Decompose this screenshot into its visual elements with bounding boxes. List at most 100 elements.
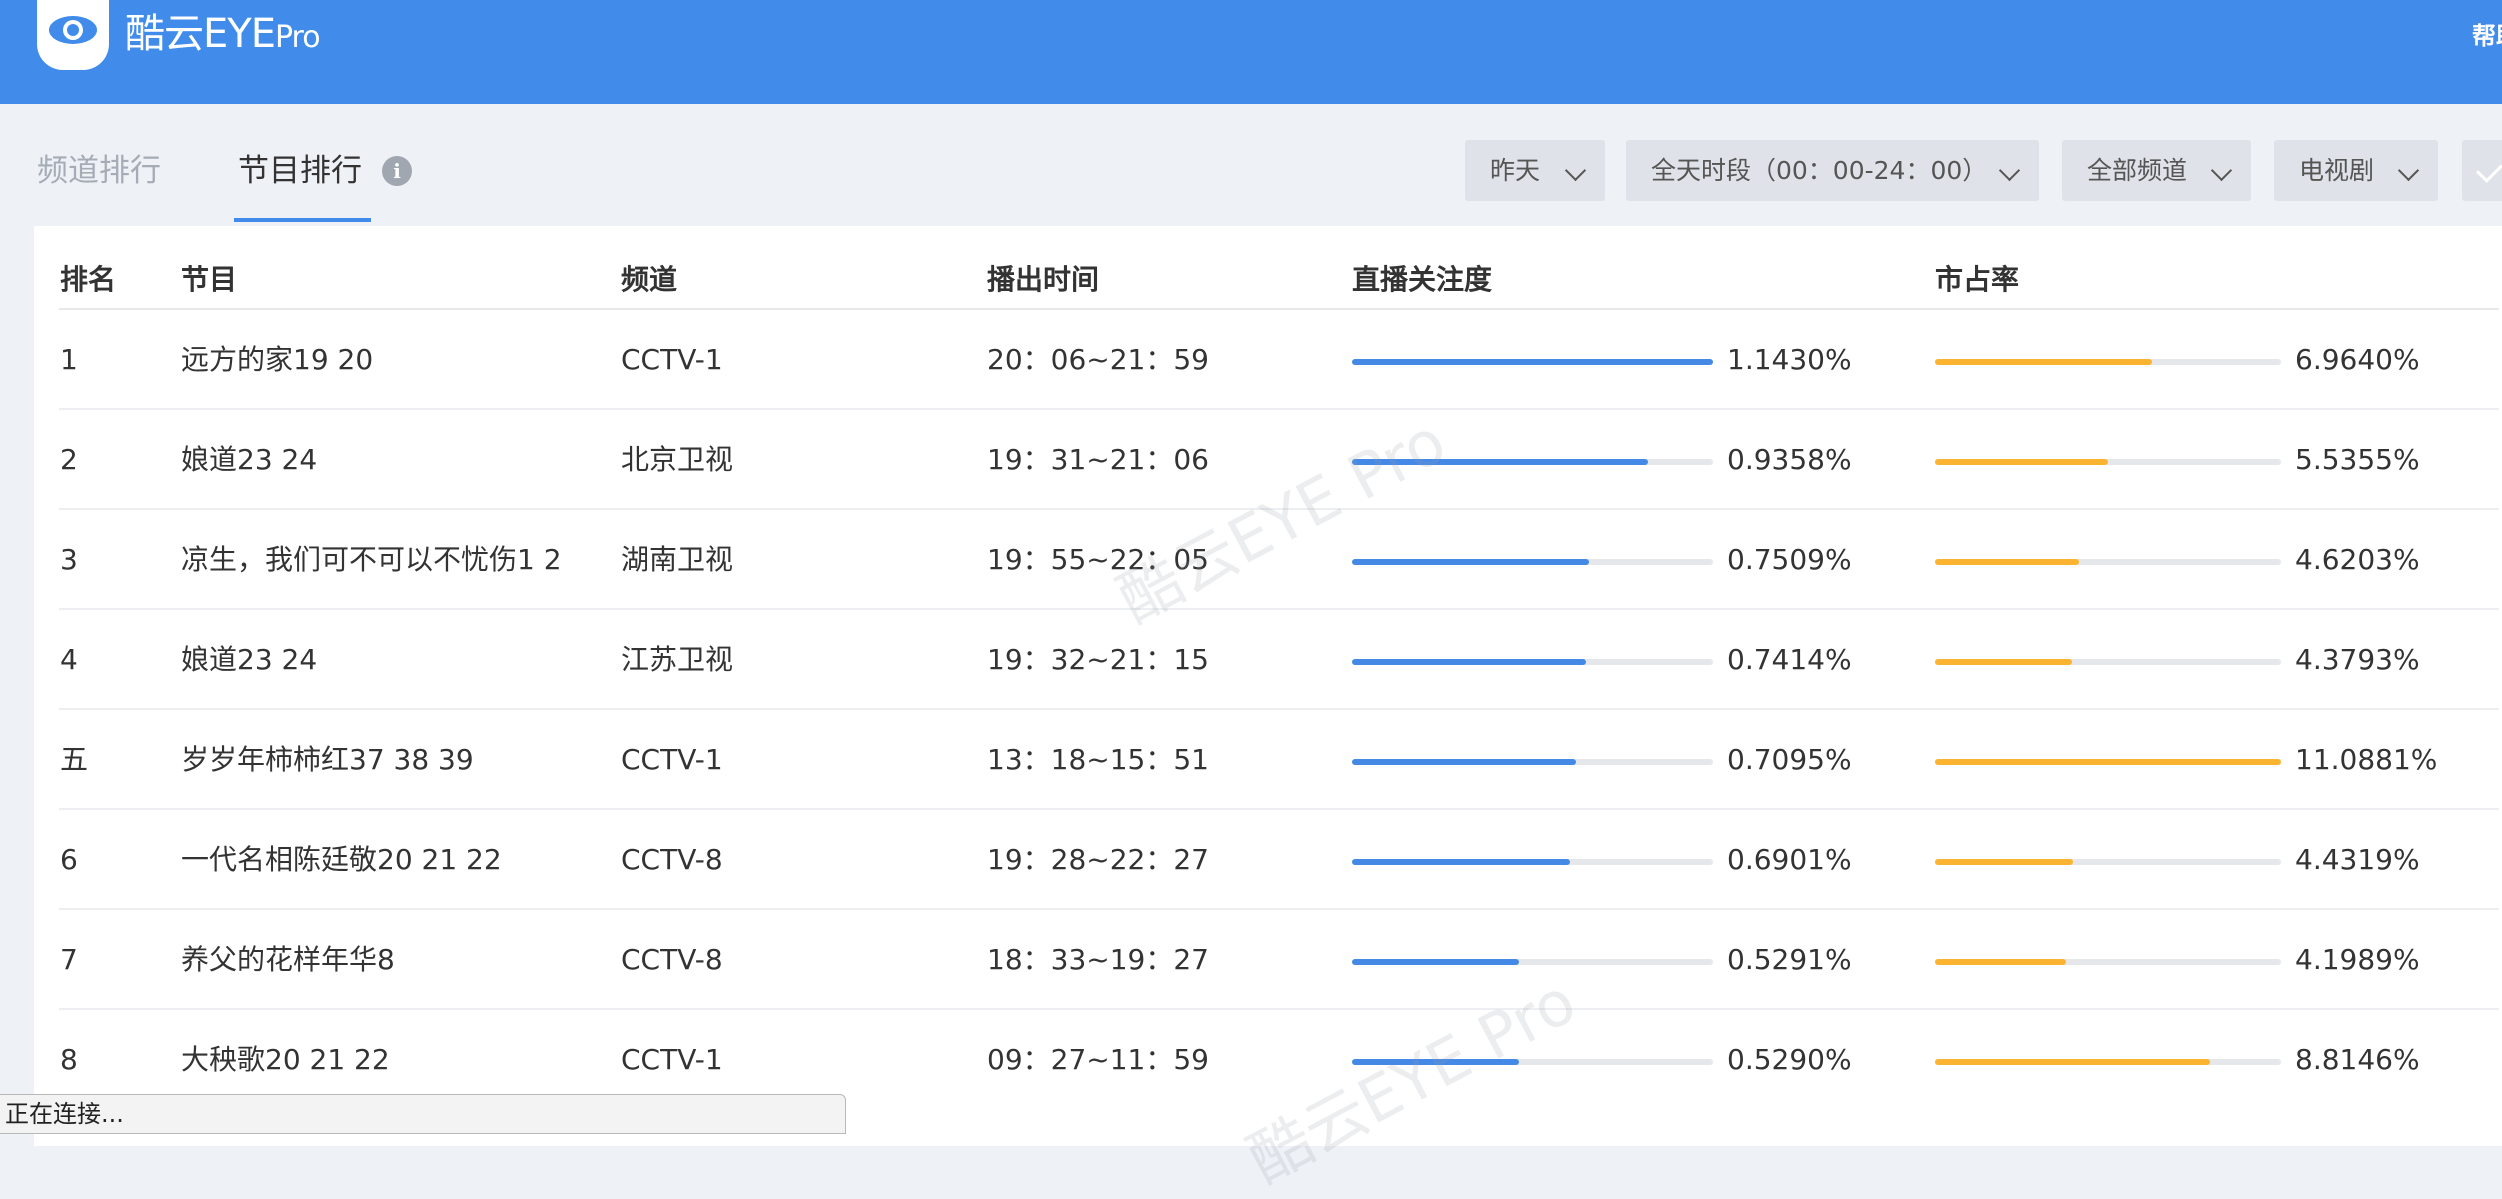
attention-value: 0.7414% [1727,643,1852,676]
attention-value: 0.5290% [1727,1043,1852,1076]
share-bar [1935,359,2281,365]
column-header-rank[interactable]: 排名 [60,262,116,298]
help-link[interactable]: 帮助 [2472,16,2502,51]
share-value: 5.5355% [2295,443,2420,476]
share-value: 4.6203% [2295,543,2420,576]
rank-cell: 五 [60,743,89,776]
attention-bar [1352,859,1713,865]
attention-value: 0.6901% [1727,843,1852,876]
share-bar [1935,1059,2281,1065]
airtime-cell: 09：27~11：59 [987,1043,1209,1076]
timeslot-dropdown[interactable]: 全天时段（00：00-24：00） [1626,140,2039,201]
chevron-down-icon [1564,159,1587,182]
attention-bar-fill [1352,759,1577,765]
table-row[interactable]: 7 养父的花样年华8 CCTV-8 18：33~19：27 0.5291% 4.… [0,910,2502,1010]
column-header-airtime[interactable]: 播出时间 [987,262,1099,298]
confirm-button[interactable] [2462,140,2502,201]
column-header-channel[interactable]: 频道 [621,262,677,298]
program-cell[interactable]: 娘道23 24 [181,410,317,510]
chevron-down-icon [1998,159,2021,182]
attention-bar-fill [1352,659,1587,665]
column-header-attention[interactable]: 直播关注度 [1352,262,1492,298]
table-row[interactable]: 6 一代名相陈廷敬20 21 22 CCTV-8 19：28~22：27 0.6… [0,810,2502,910]
channel-cell: 北京卫视 [621,443,734,476]
airtime-cell: 19：28~22：27 [987,843,1209,876]
attention-bar-fill [1352,359,1713,365]
program-cell[interactable]: 一代名相陈廷敬20 21 22 [181,810,502,910]
date-dropdown[interactable]: 昨天 [1465,140,1605,201]
rank-cell: 7 [60,943,78,976]
connection-status: 正在连接... [0,1094,846,1134]
share-value: 11.0881% [2295,743,2438,776]
attention-bar-fill [1352,959,1520,965]
channel-dropdown-label: 全部频道 [2087,156,2188,185]
share-value: 4.4319% [2295,843,2420,876]
share-bar-fill [1935,759,2281,765]
rank-cell: 6 [60,843,78,876]
date-dropdown-label: 昨天 [1490,156,1541,185]
attention-value: 0.7095% [1727,743,1852,776]
eye-logo-icon [37,0,109,70]
airtime-cell: 18：33~19：27 [987,943,1209,976]
program-cell[interactable]: 远方的家19 20 [181,310,373,410]
channel-cell: CCTV-1 [621,743,723,776]
channel-cell: CCTV-1 [621,343,723,376]
share-value: 8.8146% [2295,1043,2420,1076]
channel-cell: 湖南卫视 [621,543,734,576]
column-header-share[interactable]: 市占率 [1935,262,2019,298]
genre-dropdown[interactable]: 电视剧 [2274,140,2438,201]
share-value: 6.9640% [2295,343,2420,376]
channel-dropdown[interactable]: 全部频道 [2062,140,2251,201]
airtime-cell: 19：32~21：15 [987,643,1209,676]
table-row[interactable]: 五 岁岁年柿柿红37 38 39 CCTV-1 13：18~15：51 0.70… [0,710,2502,810]
rank-cell: 1 [60,343,78,376]
share-bar-fill [1935,859,2074,865]
share-value: 4.3793% [2295,643,2420,676]
attention-bar-fill [1352,859,1571,865]
attention-value: 0.5291% [1727,943,1852,976]
attention-value: 1.1430% [1727,343,1852,376]
timeslot-dropdown-label: 全天时段（00：00-24：00） [1651,156,1988,185]
attention-bar [1352,659,1713,665]
share-bar [1935,559,2281,565]
share-bar [1935,959,2281,965]
attention-bar [1352,559,1713,565]
tab-program-ranking[interactable]: 节目排行 [238,150,362,192]
rank-cell: 4 [60,643,78,676]
genre-dropdown-label: 电视剧 [2299,156,2375,185]
chevron-down-icon [2210,159,2233,182]
airtime-cell: 20：06~21：59 [987,343,1209,376]
app-logo-text[interactable]: 酷云EYEPro [125,6,321,62]
attention-bar [1352,359,1713,365]
program-cell[interactable]: 岁岁年柿柿红37 38 39 [181,710,474,810]
program-cell[interactable]: 娘道23 24 [181,610,317,710]
share-value: 4.1989% [2295,943,2420,976]
channel-cell: 江苏卫视 [621,643,734,676]
airtime-cell: 13：18~15：51 [987,743,1209,776]
share-bar [1935,659,2281,665]
table-row[interactable]: 1 远方的家19 20 CCTV-1 20：06~21：59 1.1430% 6… [0,310,2502,410]
attention-value: 0.9358% [1727,443,1852,476]
share-bar-fill [1935,459,2108,465]
active-tab-indicator [234,218,371,222]
share-bar [1935,459,2281,465]
program-cell[interactable]: 养父的花样年华8 [181,910,395,1010]
share-bar [1935,759,2281,765]
table-row[interactable]: 4 娘道23 24 江苏卫视 19：32~21：15 0.7414% 4.379… [0,610,2502,710]
tab-channel-ranking[interactable]: 频道排行 [37,150,161,192]
program-cell[interactable]: 凉生，我们可不可以不忧伤1 2 [181,510,562,610]
attention-bar [1352,759,1713,765]
top-bar: 酷云EYEPro 帮助 [0,0,2502,104]
info-icon[interactable]: i [382,156,412,186]
column-header-program[interactable]: 节目 [181,262,237,298]
channel-cell: CCTV-8 [621,843,723,876]
attention-bar-fill [1352,559,1590,565]
rank-cell: 2 [60,443,78,476]
share-bar [1935,859,2281,865]
chevron-down-icon [2397,159,2420,182]
share-bar-fill [1935,359,2153,365]
rank-cell: 3 [60,543,78,576]
share-bar-fill [1935,959,2067,965]
check-icon [2476,156,2502,183]
airtime-cell: 19：31~21：06 [987,443,1209,476]
